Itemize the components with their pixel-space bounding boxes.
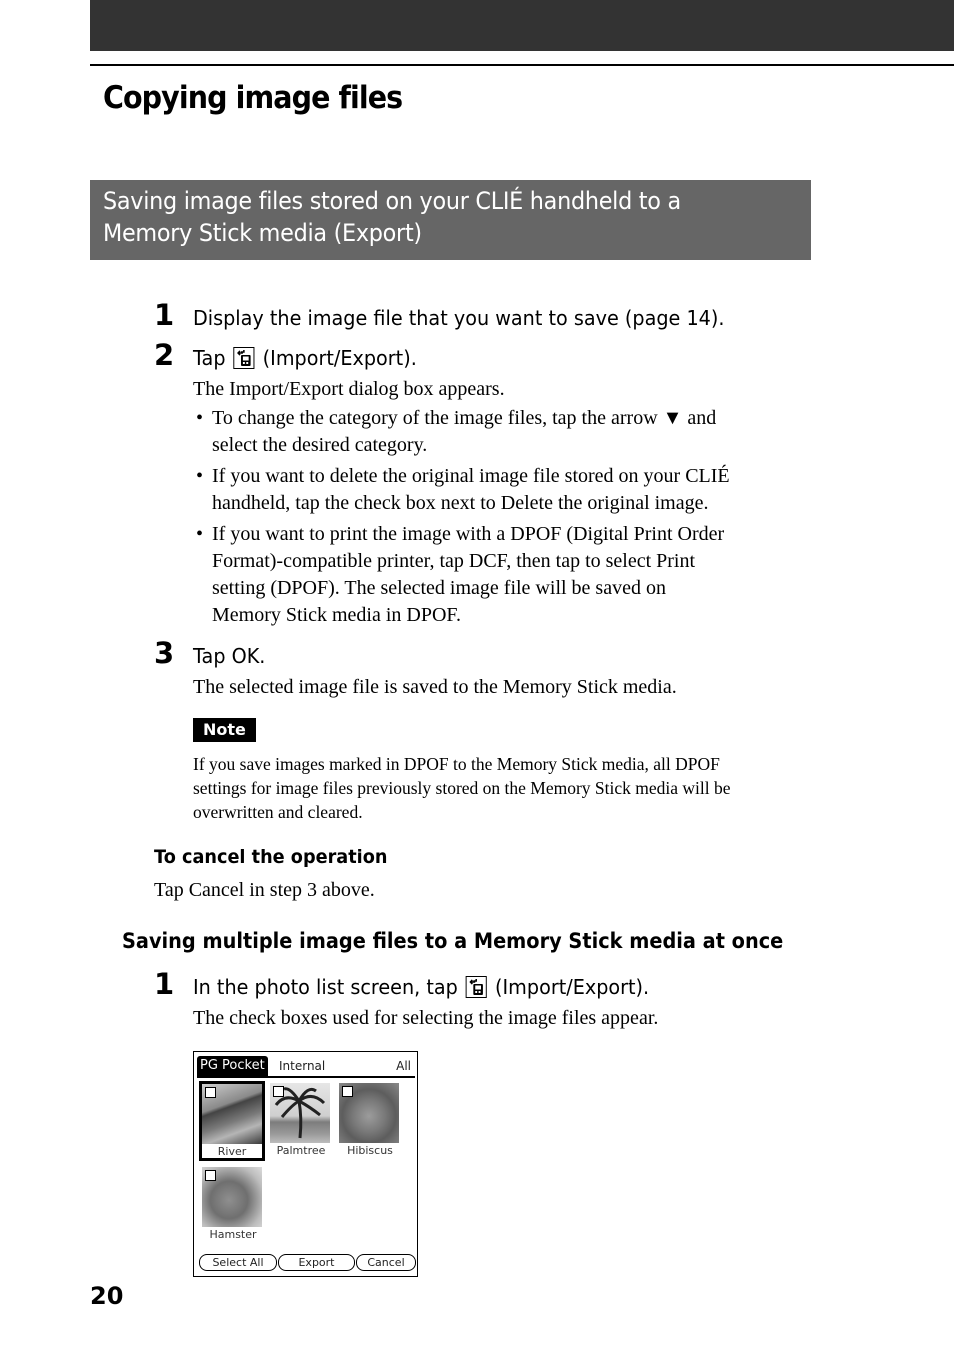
- photo-thumb-hamster[interactable]: Hamster: [202, 1167, 264, 1241]
- device-button-bar: Select All Export Cancel: [199, 1254, 416, 1271]
- multi-step-result: The check boxes used for selecting the i…: [193, 1007, 659, 1029]
- bullet-line: Memory Stick media in DPOF.: [212, 604, 461, 626]
- bullet-item: • If you want to delete the original ima…: [196, 463, 806, 517]
- bullet-line: To change the category of the image file…: [212, 407, 717, 429]
- step-text-after: (Import/Export).: [262, 346, 417, 370]
- photo-thumb-river[interactable]: River: [199, 1081, 265, 1161]
- bullet-line: select the desired category.: [212, 434, 428, 456]
- bullet-line: If you want to delete the original image…: [212, 465, 730, 487]
- step-number: 3: [154, 636, 175, 670]
- section-heading: Saving image files stored on your CLIÉ h…: [90, 180, 811, 260]
- import-export-icon: [465, 976, 487, 998]
- step-2-result: The Import/Export dialog box appears.: [193, 378, 505, 400]
- multi-heading: Saving multiple image files to a Memory …: [122, 929, 784, 953]
- note-text: If you save images marked in DPOF to the…: [193, 752, 813, 824]
- step-text: In the photo list screen, tap (Import/Ex…: [193, 975, 649, 999]
- step-text: Tap OK.: [193, 644, 266, 668]
- section-title-line2: Memory Stick media (Export): [103, 219, 422, 247]
- select-all-button[interactable]: Select All: [199, 1254, 277, 1271]
- photo-image: [202, 1167, 262, 1227]
- bullet-line: handheld, tap the check box next to Dele…: [212, 492, 709, 514]
- step-3: 3 Tap OK.: [154, 638, 268, 668]
- note-line: settings for image files previously stor…: [193, 778, 731, 798]
- bullet-line: If you want to print the image with a DP…: [212, 523, 725, 545]
- cancel-button[interactable]: Cancel: [356, 1254, 416, 1271]
- import-export-icon: [233, 347, 255, 369]
- step-text: Display the image file that you want to …: [193, 306, 725, 330]
- bullet-item: • If you want to print the image with a …: [196, 521, 806, 629]
- photo-thumb-hibiscus[interactable]: Hibiscus: [339, 1083, 401, 1157]
- page-number: 20: [90, 1282, 124, 1310]
- step-text-after: (Import/Export).: [495, 975, 650, 999]
- photo-checkbox[interactable]: [342, 1086, 353, 1097]
- photo-label: River: [217, 1145, 247, 1158]
- category-selector[interactable]: All: [396, 1058, 411, 1074]
- step-text-before: In the photo list screen, tap: [193, 975, 458, 999]
- cancel-heading: To cancel the operation: [154, 846, 388, 868]
- bullet-item: • To change the category of the image fi…: [196, 405, 806, 459]
- step-number: 2: [154, 338, 175, 372]
- tab-pg-pocket[interactable]: PG Pocket: [197, 1056, 268, 1076]
- note-label: Note: [193, 718, 256, 742]
- photo-thumb-palmtree[interactable]: Palmtree: [270, 1083, 332, 1157]
- export-button[interactable]: Export: [278, 1254, 355, 1271]
- device-screenshot: PG Pocket Internal All River Palmtree Hi…: [193, 1051, 418, 1277]
- step-3-result: The selected image file is saved to the …: [193, 676, 677, 698]
- photo-checkbox[interactable]: [273, 1086, 284, 1097]
- header-bar: [90, 0, 954, 51]
- bullet-line: setting (DPOF). The selected image file …: [212, 577, 666, 599]
- photo-checkbox[interactable]: [205, 1087, 216, 1098]
- photo-label: Hamster: [209, 1228, 257, 1241]
- chapter-title: Copying image files: [103, 80, 403, 116]
- tab-internal[interactable]: Internal: [279, 1058, 325, 1074]
- multi-step-1: 1 In the photo list screen, tap (Import/…: [154, 969, 668, 999]
- step-number: 1: [154, 967, 175, 1001]
- photo-image: [270, 1083, 330, 1143]
- step-2: 2 Tap (Import/Export).: [154, 340, 426, 370]
- photo-label: Palmtree: [276, 1144, 326, 1157]
- photo-checkbox[interactable]: [205, 1170, 216, 1181]
- step-text-before: Tap: [193, 346, 226, 370]
- step-1: 1 Display the image file that you want t…: [154, 300, 747, 330]
- note-line: overwritten and cleared.: [193, 802, 363, 822]
- step-number: 1: [154, 298, 175, 332]
- step-text: Tap (Import/Export).: [193, 346, 417, 370]
- section-title-line1: Saving image files stored on your CLIÉ h…: [103, 187, 681, 215]
- cancel-text: Tap Cancel in step 3 above.: [154, 879, 375, 901]
- note-line: If you save images marked in DPOF to the…: [193, 754, 720, 774]
- photo-label: Hibiscus: [347, 1144, 393, 1157]
- bullet-line: Format)-compatible printer, tap DCF, the…: [212, 550, 696, 572]
- bullet-list: • To change the category of the image fi…: [196, 405, 806, 633]
- photo-image: [202, 1084, 262, 1144]
- photo-image: [339, 1083, 399, 1143]
- device-tabs: PG Pocket Internal All: [197, 1056, 415, 1078]
- header-rule: [90, 64, 954, 66]
